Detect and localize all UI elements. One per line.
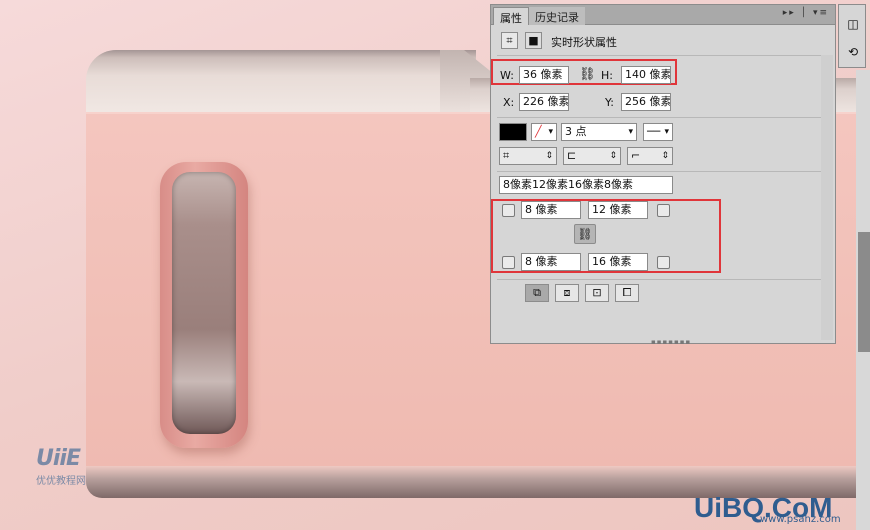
exclude-overlap-icon[interactable]: ⧠	[615, 284, 639, 302]
watermark-caption-right: www.psahz.com	[760, 514, 841, 525]
intersect-shape-icon[interactable]: ⊡	[585, 284, 609, 302]
width-field[interactable]: 36 像素	[519, 66, 569, 84]
chain-link-icon[interactable]: ⛓	[579, 67, 596, 82]
bottom-right-radius-field[interactable]: 16 像素	[588, 253, 648, 271]
shape-properties-icon[interactable]: ⌗	[501, 32, 518, 49]
side-tool-strip: ◫ ⟲	[838, 4, 866, 68]
folder-handle-inset	[172, 172, 236, 434]
stroke-width-dropdown[interactable]: 3 点 ▾	[561, 123, 637, 141]
panel-title: 实时形状属性	[551, 36, 617, 49]
corner-radius-summary[interactable]: 8像素12像素16像素8像素	[499, 176, 673, 194]
top-left-radius-field[interactable]: 8 像素	[521, 201, 581, 219]
panel-resize-grip-icon[interactable]: ▪▪▪▪▪▪▪	[651, 338, 691, 346]
combine-shapes-icon[interactable]: ⧉	[525, 284, 549, 302]
x-label: X:	[503, 96, 515, 109]
height-field[interactable]: 140 像素	[621, 66, 671, 84]
mask-properties-icon[interactable]: ■	[525, 32, 542, 49]
subtract-shape-icon[interactable]: ⧈	[555, 284, 579, 302]
width-label: W:	[500, 69, 514, 82]
top-right-corner-icon	[657, 204, 670, 217]
watermark-logo-left: UiiE	[36, 446, 81, 471]
x-field[interactable]: 226 像素	[519, 93, 569, 111]
watermark-caption-left: 优优教程网	[36, 476, 86, 487]
bottom-left-radius-field[interactable]: 8 像素	[521, 253, 581, 271]
panel-tab-bar: 属性 历史记录 ▸▸ │ ▾≡	[491, 5, 835, 25]
y-field[interactable]: 256 像素	[621, 93, 671, 111]
bottom-left-corner-icon	[502, 256, 515, 269]
properties-panel-icon[interactable]: ◫	[842, 13, 864, 35]
top-right-radius-field[interactable]: 12 像素	[588, 201, 648, 219]
tab-properties[interactable]: 属性	[493, 7, 529, 25]
double-chevron-menu-icon[interactable]: ▸▸ │ ▾≡	[783, 8, 829, 18]
stroke-align-dropdown[interactable]: ⌗ ⇕	[499, 147, 557, 165]
link-corners-button[interactable]: ⛓	[574, 224, 596, 244]
stroke-color-swatch[interactable]: ╱ ▾	[531, 123, 557, 141]
top-left-corner-icon	[502, 204, 515, 217]
height-label: H:	[601, 69, 613, 82]
tab-history[interactable]: 历史记录	[529, 7, 585, 25]
properties-panel: 属性 历史记录 ▸▸ │ ▾≡ ⌗ ■ 实时形状属性 W: 36 像素 ⛓ H:…	[490, 4, 836, 346]
canvas-scroll-thumb[interactable]	[858, 232, 870, 352]
stroke-cap-dropdown[interactable]: ⊏ ⇕	[563, 147, 621, 165]
panel-scrollbar[interactable]	[821, 55, 833, 340]
fill-color-swatch[interactable]	[499, 123, 527, 141]
y-label: Y:	[605, 96, 614, 109]
stroke-corner-dropdown[interactable]: ⌐ ⇕	[627, 147, 673, 165]
stroke-type-dropdown[interactable]: ── ▾	[643, 123, 673, 141]
bottom-right-corner-icon	[657, 256, 670, 269]
folder-top-flap	[86, 50, 476, 114]
history-panel-icon[interactable]: ⟲	[842, 41, 864, 63]
